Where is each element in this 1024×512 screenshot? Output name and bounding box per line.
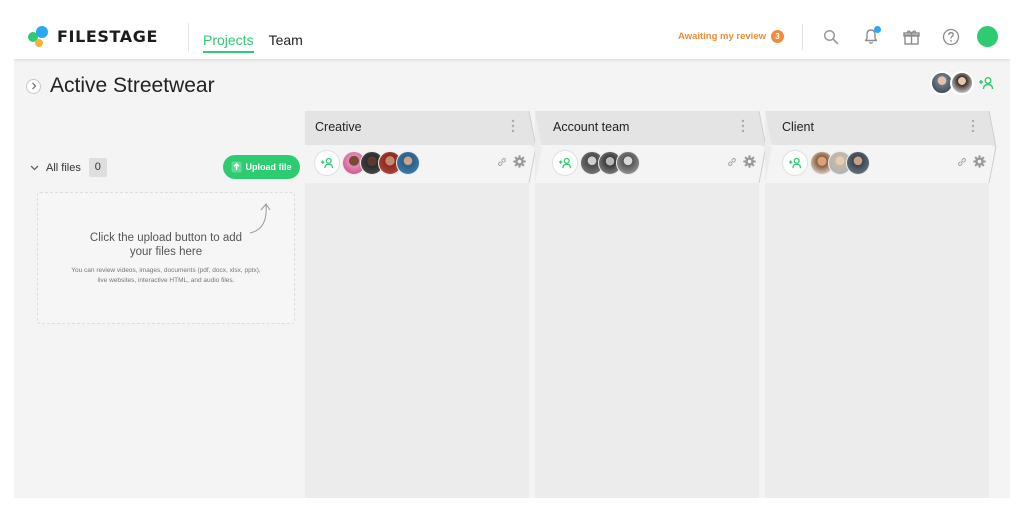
step-reviewers: [553, 151, 640, 175]
dropzone-description: You can review videos, images, documents…: [71, 267, 261, 284]
more-vertical-icon[interactable]: [511, 119, 515, 133]
step-settings-button[interactable]: [513, 155, 526, 168]
link-icon: [958, 157, 966, 166]
gift-icon: [902, 29, 920, 45]
step-reviewers: [783, 151, 870, 175]
gear-icon: [973, 155, 986, 168]
sidebar-toggle-button[interactable]: [26, 78, 41, 94]
tab-projects[interactable]: Projects: [203, 20, 254, 54]
add-reviewer-icon: [321, 157, 334, 169]
upload-file-label: Upload file: [245, 162, 292, 172]
notification-dot: [874, 26, 881, 33]
link-icon: [728, 157, 736, 166]
awaiting-review-label: Awaiting my review: [678, 31, 766, 42]
reviewer-avatar[interactable]: [396, 151, 420, 175]
all-files-toggle[interactable]: All files 0: [30, 158, 107, 177]
add-reviewer-button[interactable]: [553, 151, 577, 175]
tab-team[interactable]: Team: [269, 20, 303, 54]
add-reviewer-button[interactable]: [783, 151, 807, 175]
add-reviewer-icon: [559, 157, 572, 169]
gear-icon: [513, 155, 526, 168]
step-reviewers: [315, 151, 420, 175]
notifications-button[interactable]: [851, 14, 891, 59]
step-settings-button[interactable]: [973, 155, 986, 168]
nav-divider: [802, 23, 803, 50]
dropzone-title: Click the upload button to add your file…: [89, 232, 243, 258]
chevron-down-icon: [30, 165, 39, 170]
awaiting-review-link[interactable]: Awaiting my review 3: [678, 30, 784, 43]
step-title[interactable]: Creative: [315, 120, 362, 134]
step-column-account-team: Account team: [535, 111, 767, 498]
help-icon: [942, 28, 960, 45]
step-settings-button[interactable]: [743, 155, 756, 168]
user-avatar[interactable]: [977, 26, 998, 47]
step-title[interactable]: Client: [782, 120, 814, 134]
awaiting-review-count-badge: 3: [771, 30, 784, 43]
help-button[interactable]: [931, 14, 971, 59]
share-link-button[interactable]: [497, 157, 507, 167]
project-header: Active Streetwear: [26, 74, 215, 98]
upload-icon: [231, 161, 242, 173]
top-navigation-bar: FILESTAGE Projects Team Awaiting my revi…: [14, 14, 1010, 59]
step-actions: [491, 155, 526, 168]
upload-file-button[interactable]: Upload file: [223, 155, 300, 179]
filestage-logo[interactable]: FILESTAGE: [28, 25, 174, 48]
more-vertical-icon[interactable]: [971, 119, 975, 133]
share-link-button[interactable]: [727, 157, 737, 167]
gear-icon: [743, 155, 756, 168]
step-actions: [721, 155, 756, 168]
member-avatar: [950, 71, 974, 95]
link-icon: [498, 157, 506, 166]
app-window: FILESTAGE Projects Team Awaiting my revi…: [14, 14, 1010, 498]
search-button[interactable]: [811, 14, 851, 59]
step-column-client: Client: [765, 111, 997, 498]
more-vertical-icon[interactable]: [741, 119, 745, 133]
logo-mark-icon: [28, 25, 50, 48]
reviewer-avatar[interactable]: [616, 151, 640, 175]
add-reviewer-button[interactable]: [315, 151, 339, 175]
add-member-icon[interactable]: [978, 76, 994, 90]
upload-dropzone[interactable]: Click the upload button to add your file…: [37, 192, 295, 324]
reviewer-avatar[interactable]: [846, 151, 870, 175]
all-files-label: All files: [46, 161, 81, 174]
step-title[interactable]: Account team: [553, 120, 629, 134]
chevron-right-icon: [31, 82, 36, 90]
nav-divider: [188, 22, 189, 51]
step-column-creative: Creative: [305, 111, 537, 498]
logo-text: FILESTAGE: [57, 27, 159, 46]
whats-new-button[interactable]: [891, 14, 931, 59]
file-count-badge: 0: [88, 158, 107, 177]
step-actions: [951, 155, 986, 168]
project-members[interactable]: [930, 71, 994, 95]
search-icon: [823, 29, 839, 44]
project-title: Active Streetwear: [50, 74, 215, 97]
share-link-button[interactable]: [957, 157, 967, 167]
add-reviewer-icon: [789, 157, 802, 169]
